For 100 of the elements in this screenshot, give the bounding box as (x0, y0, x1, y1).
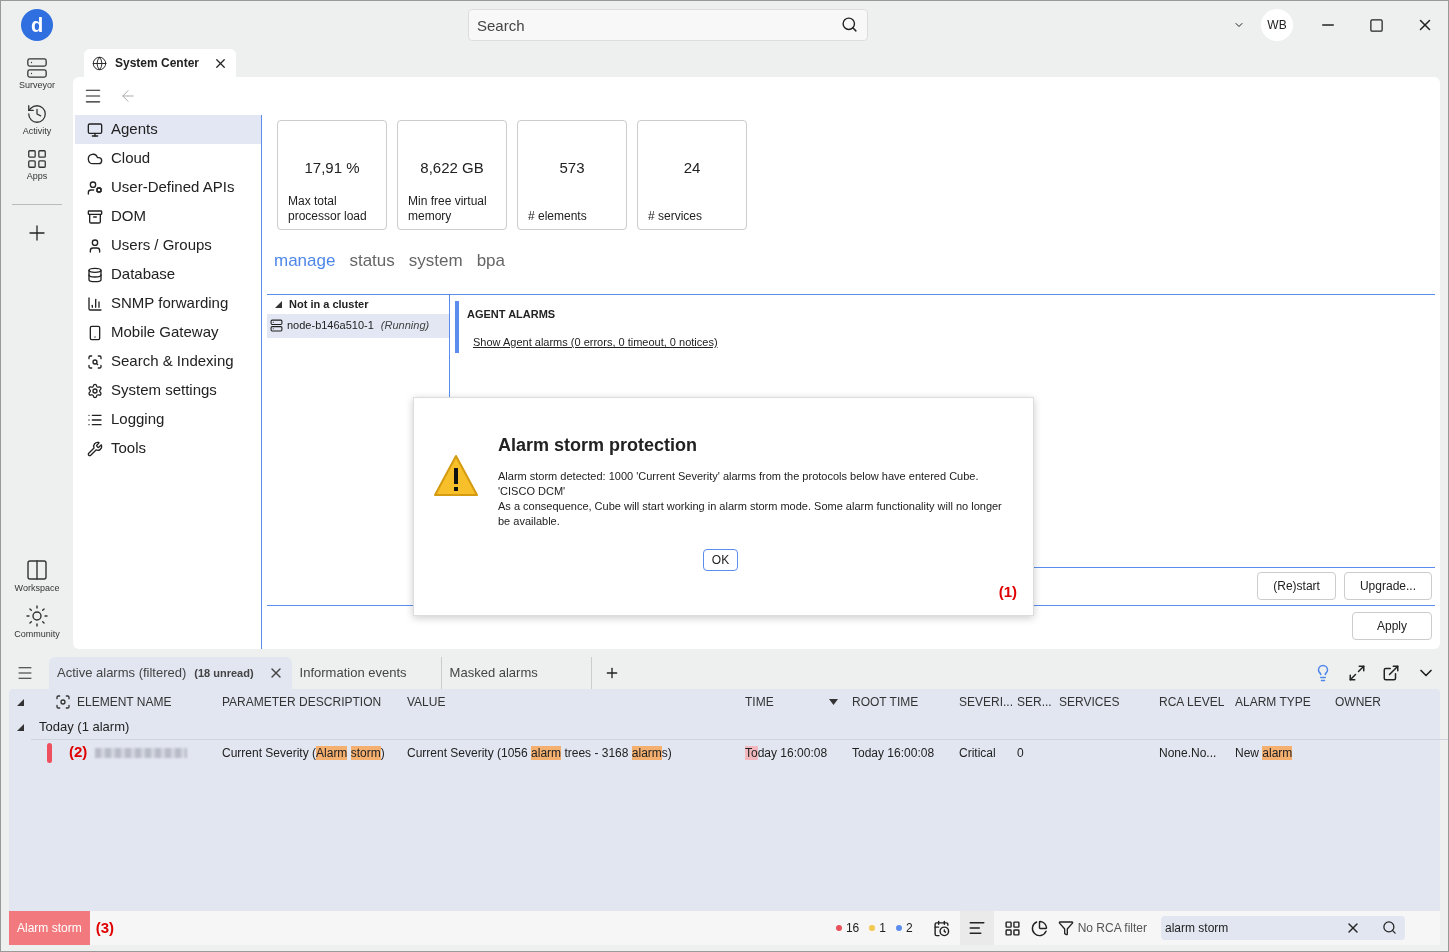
server-icon (26, 57, 48, 79)
column-header[interactable]: PARAMETER DESCRIPTION (222, 693, 382, 711)
action-button[interactable]: Upgrade... (1343, 572, 1432, 600)
gear-icon (87, 382, 103, 399)
rail-button[interactable]: Community (14, 603, 60, 641)
column-header[interactable]: VALUE (407, 693, 446, 711)
tree-group-label: Not in a cluster (289, 297, 369, 313)
nav-item[interactable]: Mobile Gateway (75, 318, 261, 347)
nav-item[interactable]: DOM (75, 202, 261, 231)
smartphone-icon (87, 324, 103, 341)
nav-item[interactable]: Agents (75, 115, 261, 144)
stat-card: 17,91 % Max total processor load (277, 120, 387, 230)
user-avatar[interactable]: WB (1261, 9, 1293, 41)
apply-button[interactable]: Apply (1352, 611, 1432, 640)
table-cell: Current Severity (1056 alarm trees - 3168 alarms) (407, 745, 672, 760)
table-cell: Today 16:00:08 (745, 745, 828, 760)
column-header[interactable]: SERVICES (1059, 693, 1120, 711)
scan-search-icon (87, 353, 103, 370)
warning-icon (433, 454, 479, 498)
rail-button[interactable]: Apps (26, 148, 48, 184)
expander-icon[interactable] (17, 723, 24, 731)
app-logo[interactable]: d (21, 9, 53, 41)
stat-card: 24 # services (637, 120, 747, 230)
calendar-icon[interactable] (932, 919, 950, 937)
user-icon (87, 237, 103, 254)
expand-icon[interactable] (1348, 664, 1366, 682)
section-heading: AGENT ALARMS (467, 306, 557, 322)
dialog-title: Alarm storm protection (498, 434, 699, 457)
sun-icon (25, 603, 49, 628)
list-view-icon[interactable] (967, 919, 986, 937)
stat-card: 8,622 GB Min free virtual memory (397, 120, 507, 230)
sub-tab[interactable]: system (408, 248, 463, 274)
grid-icon (26, 148, 48, 170)
nav-item[interactable]: Database (75, 260, 261, 289)
sub-tab[interactable]: manage (274, 248, 336, 274)
dialog-message: 'CISCO DCM' (498, 484, 567, 499)
table-cell: Critical (959, 745, 996, 760)
search-field[interactable]: Search (468, 9, 868, 41)
alarm-count: 2 (905, 920, 913, 937)
annotation-marker: (3) (95, 917, 114, 938)
filter-icon[interactable] (1057, 920, 1074, 936)
column-header[interactable]: OWNER (1335, 693, 1381, 711)
bar-chart-icon (87, 295, 103, 312)
database-icon (87, 266, 103, 283)
pie-chart-icon[interactable] (1030, 919, 1048, 937)
rca-filter-button[interactable]: No RCA filter (1077, 919, 1147, 937)
group-label: Today (1 alarm) (39, 718, 130, 737)
alarm-count: 16 (845, 920, 860, 937)
dialog-message: Alarm storm detected: 1000 'Current Severity' alarms from the protocols below have entered Cube. (498, 469, 980, 484)
nav-item[interactable]: SNMP forwarding (75, 289, 261, 318)
nav-item[interactable]: Search & Indexing (75, 347, 261, 376)
ok-button[interactable]: OK (702, 549, 739, 571)
action-button[interactable]: (Re)start (1257, 572, 1336, 600)
column-header[interactable]: ELEMENT NAME (77, 693, 172, 711)
alarm-storm-badge: Alarm storm (9, 911, 90, 945)
expander-icon[interactable] (274, 301, 282, 308)
column-header[interactable]: ROOT TIME (852, 693, 919, 711)
rail-button[interactable]: Workspace (14, 558, 60, 596)
table-cell: 0 (1017, 745, 1024, 760)
search-icon[interactable] (841, 16, 858, 33)
annotation-marker: (2) (69, 742, 88, 763)
stat-card: 573 # elements (517, 120, 627, 230)
alarm-tab[interactable]: Active alarms (filtered) (18 unread) (49, 657, 292, 689)
nav-item[interactable]: Tools (75, 434, 261, 463)
nav-item[interactable]: System settings (75, 376, 261, 405)
menu-icon[interactable] (16, 664, 34, 682)
globe-icon (92, 55, 107, 71)
grid-view-icon[interactable] (1003, 919, 1021, 937)
column-header[interactable]: SER... (1017, 693, 1052, 711)
column-header[interactable]: SEVERI... (959, 693, 1014, 711)
column-header[interactable]: TIME (745, 693, 774, 711)
sub-tab[interactable]: bpa (476, 248, 505, 274)
pop-out-icon[interactable] (1382, 664, 1400, 682)
history-icon (26, 102, 48, 125)
focus-icon[interactable] (55, 694, 71, 710)
nav-item[interactable]: Users / Groups (75, 231, 261, 260)
table-cell: None.No... (1159, 745, 1217, 760)
collapse-all-icon[interactable] (17, 698, 24, 706)
nav-item[interactable]: Logging (75, 405, 261, 434)
column-header[interactable]: ALARM TYPE (1235, 693, 1311, 711)
rail-button[interactable]: Surveyor (19, 57, 55, 93)
columns-icon (25, 558, 49, 582)
alarm-count: 1 (879, 920, 886, 937)
user-gear-icon (87, 179, 103, 196)
maximize-icon[interactable] (1369, 17, 1384, 33)
agent-alarms-link[interactable]: Show Agent alarms (0 errors, 0 timeout, 0 notices) (473, 334, 718, 351)
table-cell: Current Severity (Alarm storm) (222, 745, 385, 760)
column-header[interactable]: RCA LEVEL (1159, 693, 1225, 711)
sub-tab[interactable]: status (349, 248, 395, 274)
search-icon[interactable] (1382, 920, 1397, 935)
dialog-message: As a consequence, Cube will start working in alarm storm mode. Some alarm functionality will no longer be available. (498, 499, 1003, 529)
server-icon (270, 319, 283, 332)
rail-button[interactable]: Activity (22, 102, 52, 138)
nav-item[interactable]: User-Defined APIs (75, 173, 261, 202)
tree-node[interactable]: node-b146a510-1 (Running) (267, 313, 449, 338)
archive-icon (87, 208, 103, 225)
filter-field[interactable]: alarm storm (1161, 916, 1405, 940)
wrench-icon (87, 440, 103, 457)
document-tab[interactable]: System Center (84, 49, 237, 77)
nav-item[interactable]: Cloud (75, 144, 261, 173)
